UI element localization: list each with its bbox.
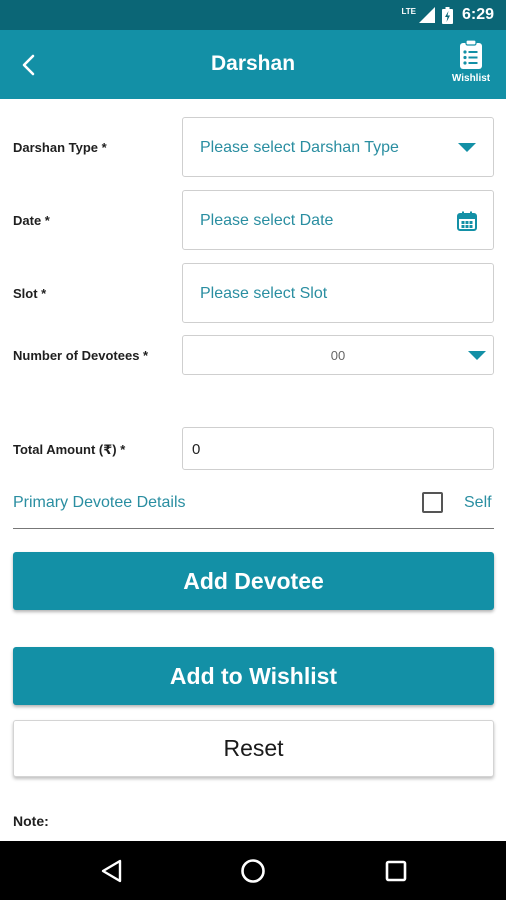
nav-back-button[interactable] (95, 855, 127, 887)
add-devotee-button[interactable]: Add Devotee (13, 552, 494, 610)
status-icons: LTE 6:29 (401, 5, 494, 25)
date-placeholder: Please select Date (200, 212, 334, 229)
date-label: Date * (13, 213, 50, 228)
devotees-label: Number of Devotees * (13, 348, 149, 363)
total-amount-value: 0 (192, 441, 201, 458)
slot-placeholder: Please select Slot (200, 285, 328, 302)
nav-home-button[interactable] (237, 855, 269, 887)
page-title: Darshan (210, 52, 296, 75)
self-checkbox[interactable] (422, 492, 443, 513)
reset-button[interactable]: Reset (13, 720, 494, 777)
self-label[interactable]: Self (464, 494, 492, 512)
status-bar: LTE 6:29 (0, 0, 506, 30)
darshan-type-placeholder: Please select Darshan Type (200, 139, 399, 156)
navigation-bar (0, 841, 506, 900)
slot-field[interactable]: Please select Slot (182, 263, 494, 323)
slot-label: Slot * (13, 286, 47, 301)
date-field[interactable]: Please select Date (182, 190, 494, 250)
calendar-icon[interactable] (457, 211, 477, 231)
clock: 6:29 (461, 6, 494, 23)
wishlist-clipboard-icon (460, 40, 482, 69)
devotees-select[interactable]: 00 (182, 335, 494, 375)
battery-icon (441, 6, 453, 24)
circle-home-icon (241, 859, 265, 883)
note-label: Note: (13, 813, 49, 829)
square-recents-icon (385, 860, 407, 882)
darshan-type-select[interactable]: Please select Darshan Type (182, 117, 494, 177)
signal-icon (418, 7, 435, 23)
primary-devotee-title: Primary Devotee Details (13, 494, 186, 511)
total-amount-label: Total Amount (₹) * (13, 442, 126, 457)
nav-recents-button[interactable] (380, 855, 412, 887)
triangle-down-icon (468, 351, 486, 360)
wishlist-label: Wishlist (451, 73, 491, 84)
darshan-type-label: Darshan Type * (13, 140, 107, 155)
app-bar: Darshan Wishlist (0, 30, 506, 99)
total-amount-field[interactable]: 0 (182, 427, 494, 470)
wishlist-button[interactable]: Wishlist (450, 40, 492, 88)
devotees-value: 00 (330, 348, 346, 363)
triangle-down-icon (458, 143, 476, 152)
divider (13, 528, 494, 529)
network-type: LTE (401, 6, 416, 16)
add-to-wishlist-button[interactable]: Add to Wishlist (13, 647, 494, 705)
triangle-back-icon (101, 859, 122, 883)
